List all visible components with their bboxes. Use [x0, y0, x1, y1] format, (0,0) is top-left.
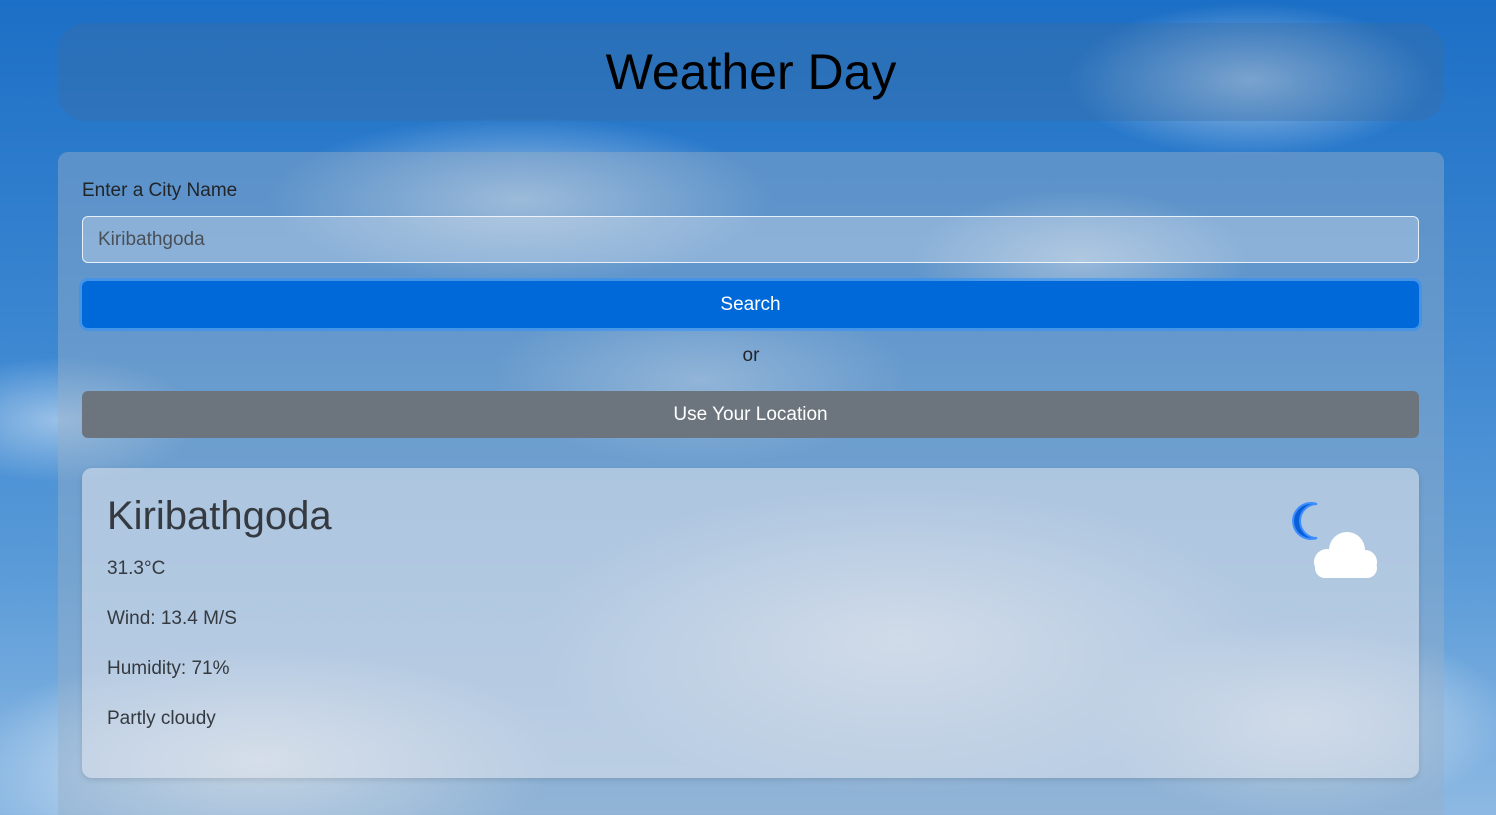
search-button[interactable]: Search	[82, 281, 1419, 328]
result-city-name: Kiribathgoda	[107, 494, 332, 538]
search-card: Enter a City Name Search or Use Your Loc…	[58, 152, 1444, 815]
night-partly-cloudy-icon	[1279, 498, 1389, 588]
wind-text: Wind: 13.4 M/S	[107, 608, 237, 629]
weather-result-card: Kiribathgoda 31.3°C Wind: 13.4 M/S Humid…	[82, 468, 1419, 778]
city-input[interactable]	[82, 216, 1419, 263]
or-separator: or	[742, 345, 760, 366]
app-title: Weather Day	[605, 44, 897, 100]
use-location-button[interactable]: Use Your Location	[82, 391, 1419, 438]
humidity-text: Humidity: 71%	[107, 658, 230, 679]
temperature-text: 31.3°C	[107, 558, 166, 579]
app-header: Weather Day	[58, 23, 1444, 121]
city-input-label: Enter a City Name	[82, 180, 238, 201]
condition-text: Partly cloudy	[107, 708, 216, 729]
